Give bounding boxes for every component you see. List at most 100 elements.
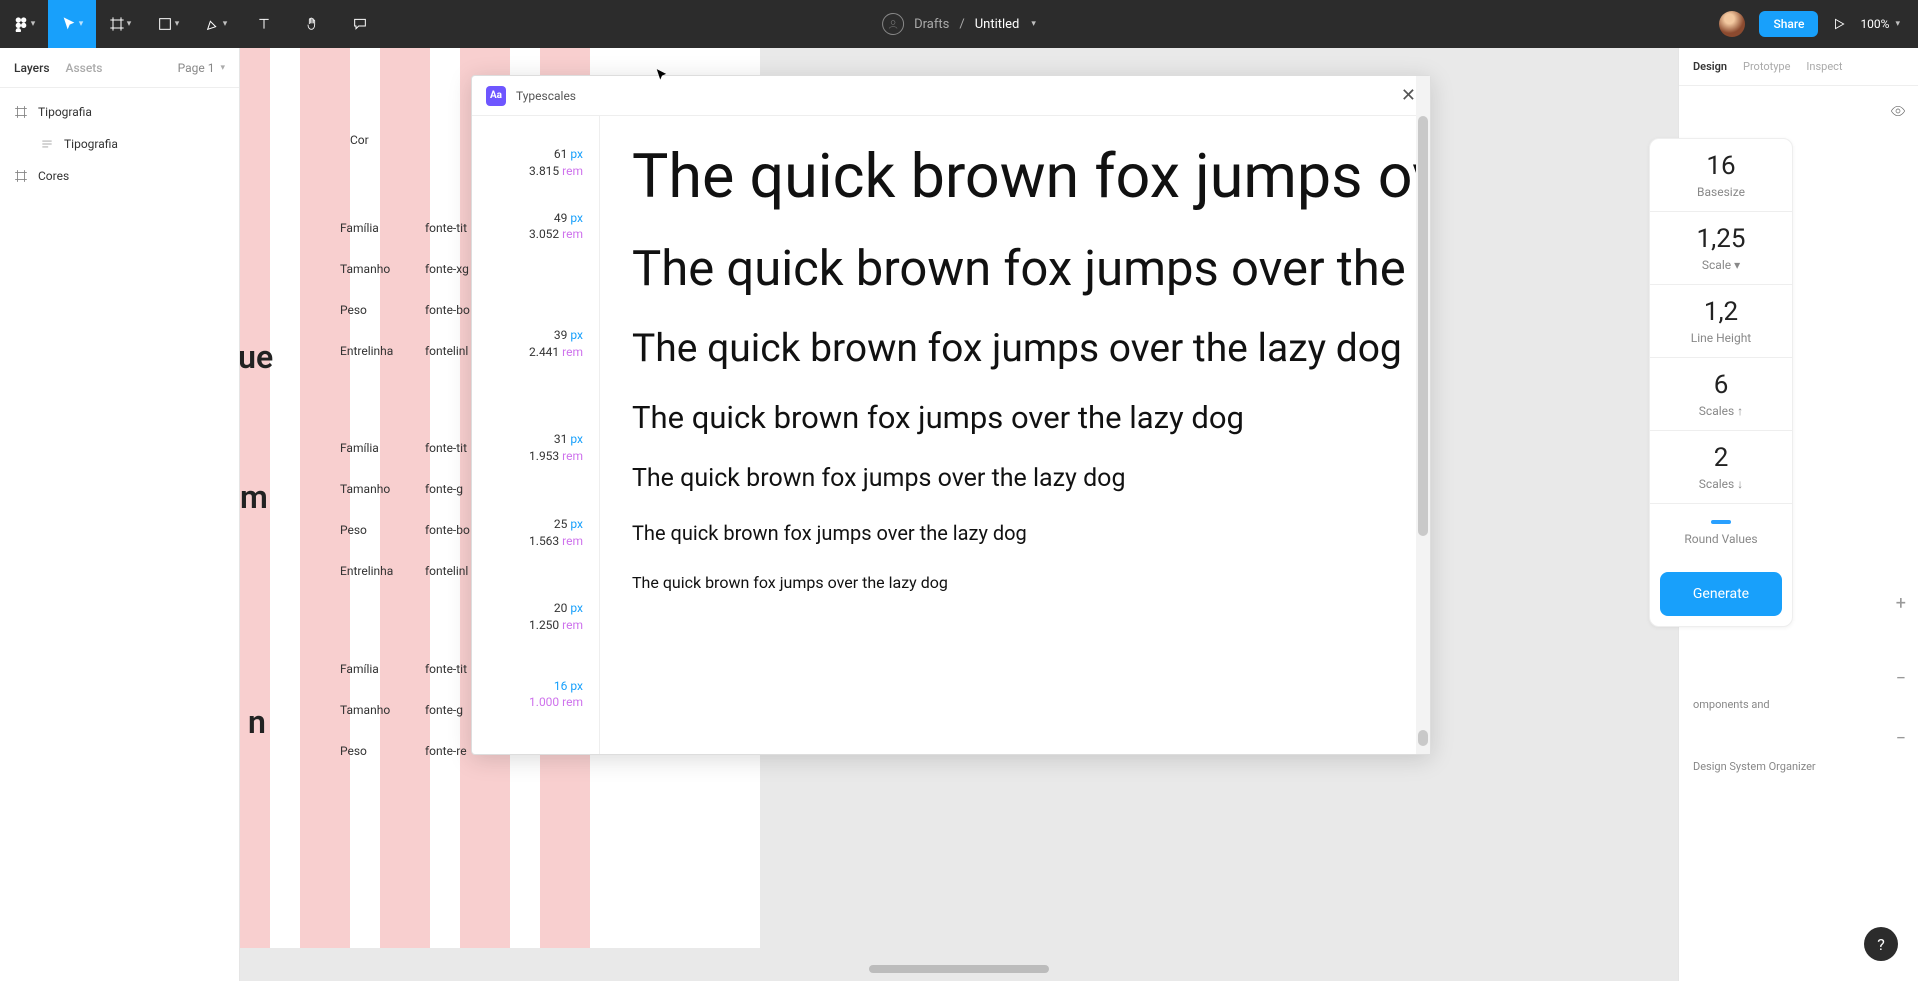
layers-list: Tipografia Tipografia Cores [0, 88, 239, 200]
setting-lineheight[interactable]: 1,2 Line Height [1650, 285, 1792, 358]
plugin-scrollbar[interactable] [1416, 116, 1430, 754]
frame-icon [14, 169, 28, 183]
setting-scales-down[interactable]: 2 Scales ↓ [1650, 431, 1792, 504]
scale-row[interactable]: 31 px1.953 rem [472, 431, 599, 465]
layer-frame-cores[interactable]: Cores [0, 160, 239, 192]
sample-text: The quick brown fox jumps over the lazy … [632, 521, 1398, 545]
plugin-title: Typescales [516, 89, 576, 103]
frame-icon [14, 105, 28, 119]
component-icon [40, 137, 54, 151]
layer-child-tipografia[interactable]: Tipografia [0, 128, 239, 160]
hand-tool[interactable] [288, 0, 336, 48]
frame-tool[interactable]: ▾ [96, 0, 144, 48]
sample-text: The quick brown fox jumps over the lazy … [632, 399, 1398, 436]
path-separator: / [959, 17, 964, 32]
file-name[interactable]: Untitled [975, 17, 1020, 32]
figma-menu[interactable]: ▾ [0, 0, 48, 48]
canvas-text: Tamanho [340, 482, 390, 496]
canvas-text: fonte-re [425, 744, 467, 758]
canvas-text: fonte-bo [425, 303, 470, 317]
scale-preview: The quick brown fox jumps over the lazy … [600, 116, 1430, 754]
zoom-control[interactable]: 100% ▾ [1860, 17, 1900, 31]
grid-column [300, 48, 350, 948]
scale-row[interactable]: 39 px2.441 rem [472, 327, 599, 361]
drafts-label: Drafts [914, 17, 949, 32]
scale-row[interactable]: 16 px1.000 rem [472, 678, 599, 712]
user-avatar[interactable] [1719, 11, 1745, 37]
text-icon [256, 16, 272, 32]
grid-column [380, 48, 430, 948]
close-icon[interactable]: ✕ [1401, 85, 1416, 106]
canvas-scrollbar[interactable] [869, 965, 1049, 973]
chevron-down-icon: ▾ [127, 19, 132, 29]
present-icon[interactable] [1832, 17, 1846, 31]
sample-text: The quick brown fox jumps over the lazy … [632, 573, 1398, 592]
chevron-down-icon: ▾ [220, 63, 225, 73]
canvas-text: Família [340, 221, 379, 235]
scale-row[interactable]: 25 px1.563 rem [472, 516, 599, 550]
tab-prototype[interactable]: Prototype [1743, 60, 1790, 73]
dso-label: Design System Organizer [1693, 760, 1904, 773]
typescale-settings: 16 Basesize 1,25 Scale ▾ 1,2 Line Height… [1649, 138, 1793, 627]
tab-assets[interactable]: Assets [66, 61, 103, 75]
text-tool[interactable] [240, 0, 288, 48]
setting-basesize[interactable]: 16 Basesize [1650, 139, 1792, 212]
hand-icon [304, 16, 320, 32]
generate-button[interactable]: Generate [1660, 572, 1782, 616]
comment-icon [352, 16, 368, 32]
canvas-text: fonte-tit [425, 441, 467, 455]
scale-sidebar: 61 px3.815 rem 49 px3.052 rem 39 px2.441 r… [472, 116, 600, 754]
frame-icon [109, 16, 125, 32]
canvas-text: fonte-g [425, 482, 463, 496]
components-label: omponents and [1693, 698, 1904, 711]
left-panel-tabs: Layers Assets Page 1▾ [0, 48, 239, 88]
share-button[interactable]: Share [1759, 11, 1818, 37]
help-button[interactable]: ? [1864, 927, 1898, 961]
plugin-window: Aa Typescales ✕ 61 px3.815 rem 49 px3.052… [471, 75, 1431, 755]
scale-row[interactable]: 20 px1.250 rem [472, 600, 599, 634]
canvas-text: m [240, 478, 268, 516]
setting-round-values[interactable]: Round Values [1650, 504, 1792, 562]
canvas-text: Cor [350, 133, 369, 147]
plugin-body: 61 px3.815 rem 49 px3.052 rem 39 px2.441 r… [472, 116, 1430, 754]
canvas-text: n [248, 703, 266, 741]
move-tool[interactable]: ▾ [48, 0, 96, 48]
comment-tool[interactable] [336, 0, 384, 48]
figma-logo-icon [13, 16, 29, 32]
setting-scale[interactable]: 1,25 Scale ▾ [1650, 212, 1792, 285]
canvas-text: fonte-g [425, 703, 463, 717]
visibility-icon[interactable] [1890, 103, 1906, 119]
layer-frame-tipografia[interactable]: Tipografia [0, 96, 239, 128]
tab-inspect[interactable]: Inspect [1806, 60, 1842, 73]
scrollbar-thumb[interactable] [1418, 116, 1428, 536]
file-location[interactable]: Drafts / Untitled ▾ [882, 13, 1036, 35]
cursor-icon [61, 16, 77, 32]
remove-section-icon[interactable]: − [1896, 668, 1906, 689]
toolbar-left: ▾ ▾ ▾ ▾ ▾ [0, 0, 384, 48]
shape-tool[interactable]: ▾ [144, 0, 192, 48]
scrollbar-thumb[interactable] [1418, 730, 1428, 746]
add-section-icon[interactable]: + [1896, 593, 1906, 614]
tab-design[interactable]: Design [1693, 60, 1727, 73]
chevron-down-icon: ▾ [31, 19, 36, 29]
canvas-text: Entrelinha [340, 564, 393, 578]
tab-layers[interactable]: Layers [14, 61, 50, 75]
scale-row[interactable]: 61 px3.815 rem [472, 146, 599, 180]
canvas-text: fonte-bo [425, 523, 470, 537]
scale-row[interactable]: 49 px3.052 rem [472, 210, 599, 244]
chevron-down-icon[interactable]: ▾ [1031, 19, 1036, 29]
canvas-text: Peso [340, 303, 367, 317]
canvas-text: fontelinl [425, 564, 468, 578]
canvas-text: que [240, 338, 273, 376]
layer-label: Cores [38, 169, 69, 183]
setting-scales-up[interactable]: 6 Scales ↑ [1650, 358, 1792, 431]
canvas-text: Tamanho [340, 262, 390, 276]
page-selector[interactable]: Page 1▾ [178, 61, 225, 75]
pen-tool[interactable]: ▾ [192, 0, 240, 48]
remove-section-icon[interactable]: − [1896, 728, 1906, 749]
toggle-icon [1711, 520, 1731, 524]
sample-text: The quick brown fox jumps over the lazy … [632, 325, 1398, 371]
layers-panel: Layers Assets Page 1▾ Tipografia Tipogra… [0, 48, 240, 981]
plugin-header[interactable]: Aa Typescales ✕ [472, 76, 1430, 116]
canvas-text: Entrelinha [340, 344, 393, 358]
